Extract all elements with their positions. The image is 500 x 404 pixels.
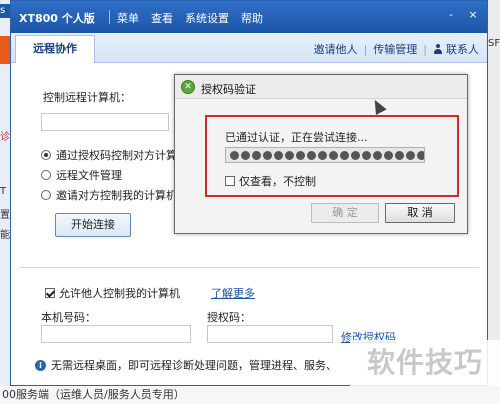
radio-label: 远程文件管理	[56, 169, 122, 182]
password-mask-dot	[406, 150, 415, 160]
minimize-button[interactable]: -	[443, 7, 459, 23]
dialog-title: 授权码验证	[201, 83, 256, 96]
password-mask-dot	[252, 150, 261, 160]
close-button[interactable]: ×	[465, 7, 481, 23]
radio-button[interactable]	[41, 150, 51, 160]
control-remote-label: 控制远程计算机：	[43, 91, 131, 104]
password-mask-dot	[395, 150, 404, 160]
password-mask-dot	[230, 150, 239, 160]
password-mask-dot	[373, 150, 382, 160]
app-title: XT800 个人版	[19, 12, 95, 25]
password-mask-dot	[384, 150, 393, 160]
radio-button[interactable]	[41, 190, 51, 200]
radio-option-invite-control[interactable]: 邀请对方控制我的计算机	[41, 187, 177, 203]
password-mask-dot	[417, 150, 424, 160]
info-icon: i	[35, 359, 46, 371]
allow-control-checkbox[interactable]	[45, 288, 55, 298]
section-divider	[19, 267, 479, 268]
password-mask-dot	[274, 150, 283, 160]
contacts-link[interactable]: 联系人	[446, 41, 479, 57]
view-only-label: 仅查看，不控制	[239, 175, 316, 188]
link-separator: |	[363, 42, 368, 56]
auth-code-dialog: ✕ 授权码验证 已通过认证，正在尝试连接... 仅查看，不控制 确 定 取 消	[174, 74, 468, 234]
authcode-label: 授权码：	[207, 311, 251, 324]
password-mask-dot	[340, 150, 349, 160]
password-mask-dot	[351, 150, 360, 160]
allow-control-checkbox-row[interactable]: 允许他人控制我的计算机	[45, 285, 180, 301]
radio-option-authcode[interactable]: 通过授权码控制对方计算机	[41, 147, 188, 163]
menu-item-view[interactable]: 查看	[151, 10, 173, 26]
menu-item-menu[interactable]: 菜单	[117, 10, 139, 26]
link-separator: |	[423, 42, 427, 56]
connection-status-text: 已通过认证，正在尝试连接...	[225, 131, 368, 144]
password-mask-dot	[285, 150, 294, 160]
radio-label: 邀请对方控制我的计算机	[56, 189, 177, 202]
background-window-left-edge: s 诊 T 置 能	[0, 0, 10, 404]
ok-button[interactable]: 确 定	[311, 203, 379, 223]
title-bar: XT800 个人版 菜单 查看 系统设置 帮助 - ×	[11, 1, 487, 33]
learn-more-link[interactable]: 了解更多	[211, 285, 255, 301]
cancel-button[interactable]: 取 消	[385, 203, 455, 223]
password-mask-dot	[263, 150, 272, 160]
radio-option-file-manage[interactable]: 远程文件管理	[41, 167, 122, 183]
authcode-password-field	[225, 147, 425, 163]
view-only-checkbox[interactable]	[225, 176, 235, 186]
menu-item-settings[interactable]: 系统设置	[185, 10, 229, 26]
background-fragment: 置	[0, 210, 10, 221]
machine-number-field	[41, 325, 191, 343]
transfer-link[interactable]: 传输管理	[373, 41, 417, 57]
password-mask-dot	[362, 150, 371, 160]
background-fragment: s	[0, 4, 10, 18]
password-mask-dot	[307, 150, 316, 160]
menu-bar: 菜单 查看 系统设置 帮助	[117, 10, 263, 26]
app-logo-icon: ✕	[181, 80, 195, 94]
machine-number-label: 本机号码：	[41, 311, 96, 324]
radio-button[interactable]	[41, 170, 51, 180]
partner-id-input[interactable]	[41, 113, 169, 131]
authcode-field	[207, 325, 333, 343]
allow-control-label: 允许他人控制我的计算机	[59, 287, 180, 300]
background-bottom-text: 00服务端（运维人员/服务人员专用）	[0, 386, 500, 404]
top-links: 邀请他人 | 传输管理 | 联系人	[314, 41, 479, 57]
dialog-title-bar: ✕ 授权码验证	[175, 75, 467, 99]
info-bar: i 无需远程桌面，即可远程诊断处理问题，管理进程、服务、	[35, 357, 337, 373]
radio-label: 通过授权码控制对方计算机	[56, 149, 188, 162]
menu-divider	[109, 10, 110, 24]
view-only-checkbox-row[interactable]: 仅查看，不控制	[225, 173, 316, 189]
background-text-right: SF	[488, 38, 500, 49]
menu-item-help[interactable]: 帮助	[241, 10, 263, 26]
password-mask-dot	[241, 150, 250, 160]
info-text: 无需远程桌面，即可远程诊断处理问题，管理进程、服务、	[51, 359, 337, 372]
person-icon	[433, 44, 443, 54]
start-connect-button[interactable]: 开始连接	[55, 213, 131, 237]
tab-bar: 远程协作 邀请他人 | 传输管理 | 联系人	[11, 33, 487, 63]
password-mask-dot	[318, 150, 327, 160]
background-fragment: T	[0, 186, 7, 197]
background-fragment: 能	[0, 230, 10, 241]
invite-link[interactable]: 邀请他人	[314, 41, 358, 57]
background-fragment: 诊	[0, 132, 10, 143]
password-mask-dot	[296, 150, 305, 160]
tab-remote-collaboration[interactable]: 远程协作	[15, 35, 95, 63]
watermark-text: 软件技巧	[350, 340, 500, 386]
password-mask-dot	[329, 150, 338, 160]
background-fragment	[0, 36, 10, 64]
